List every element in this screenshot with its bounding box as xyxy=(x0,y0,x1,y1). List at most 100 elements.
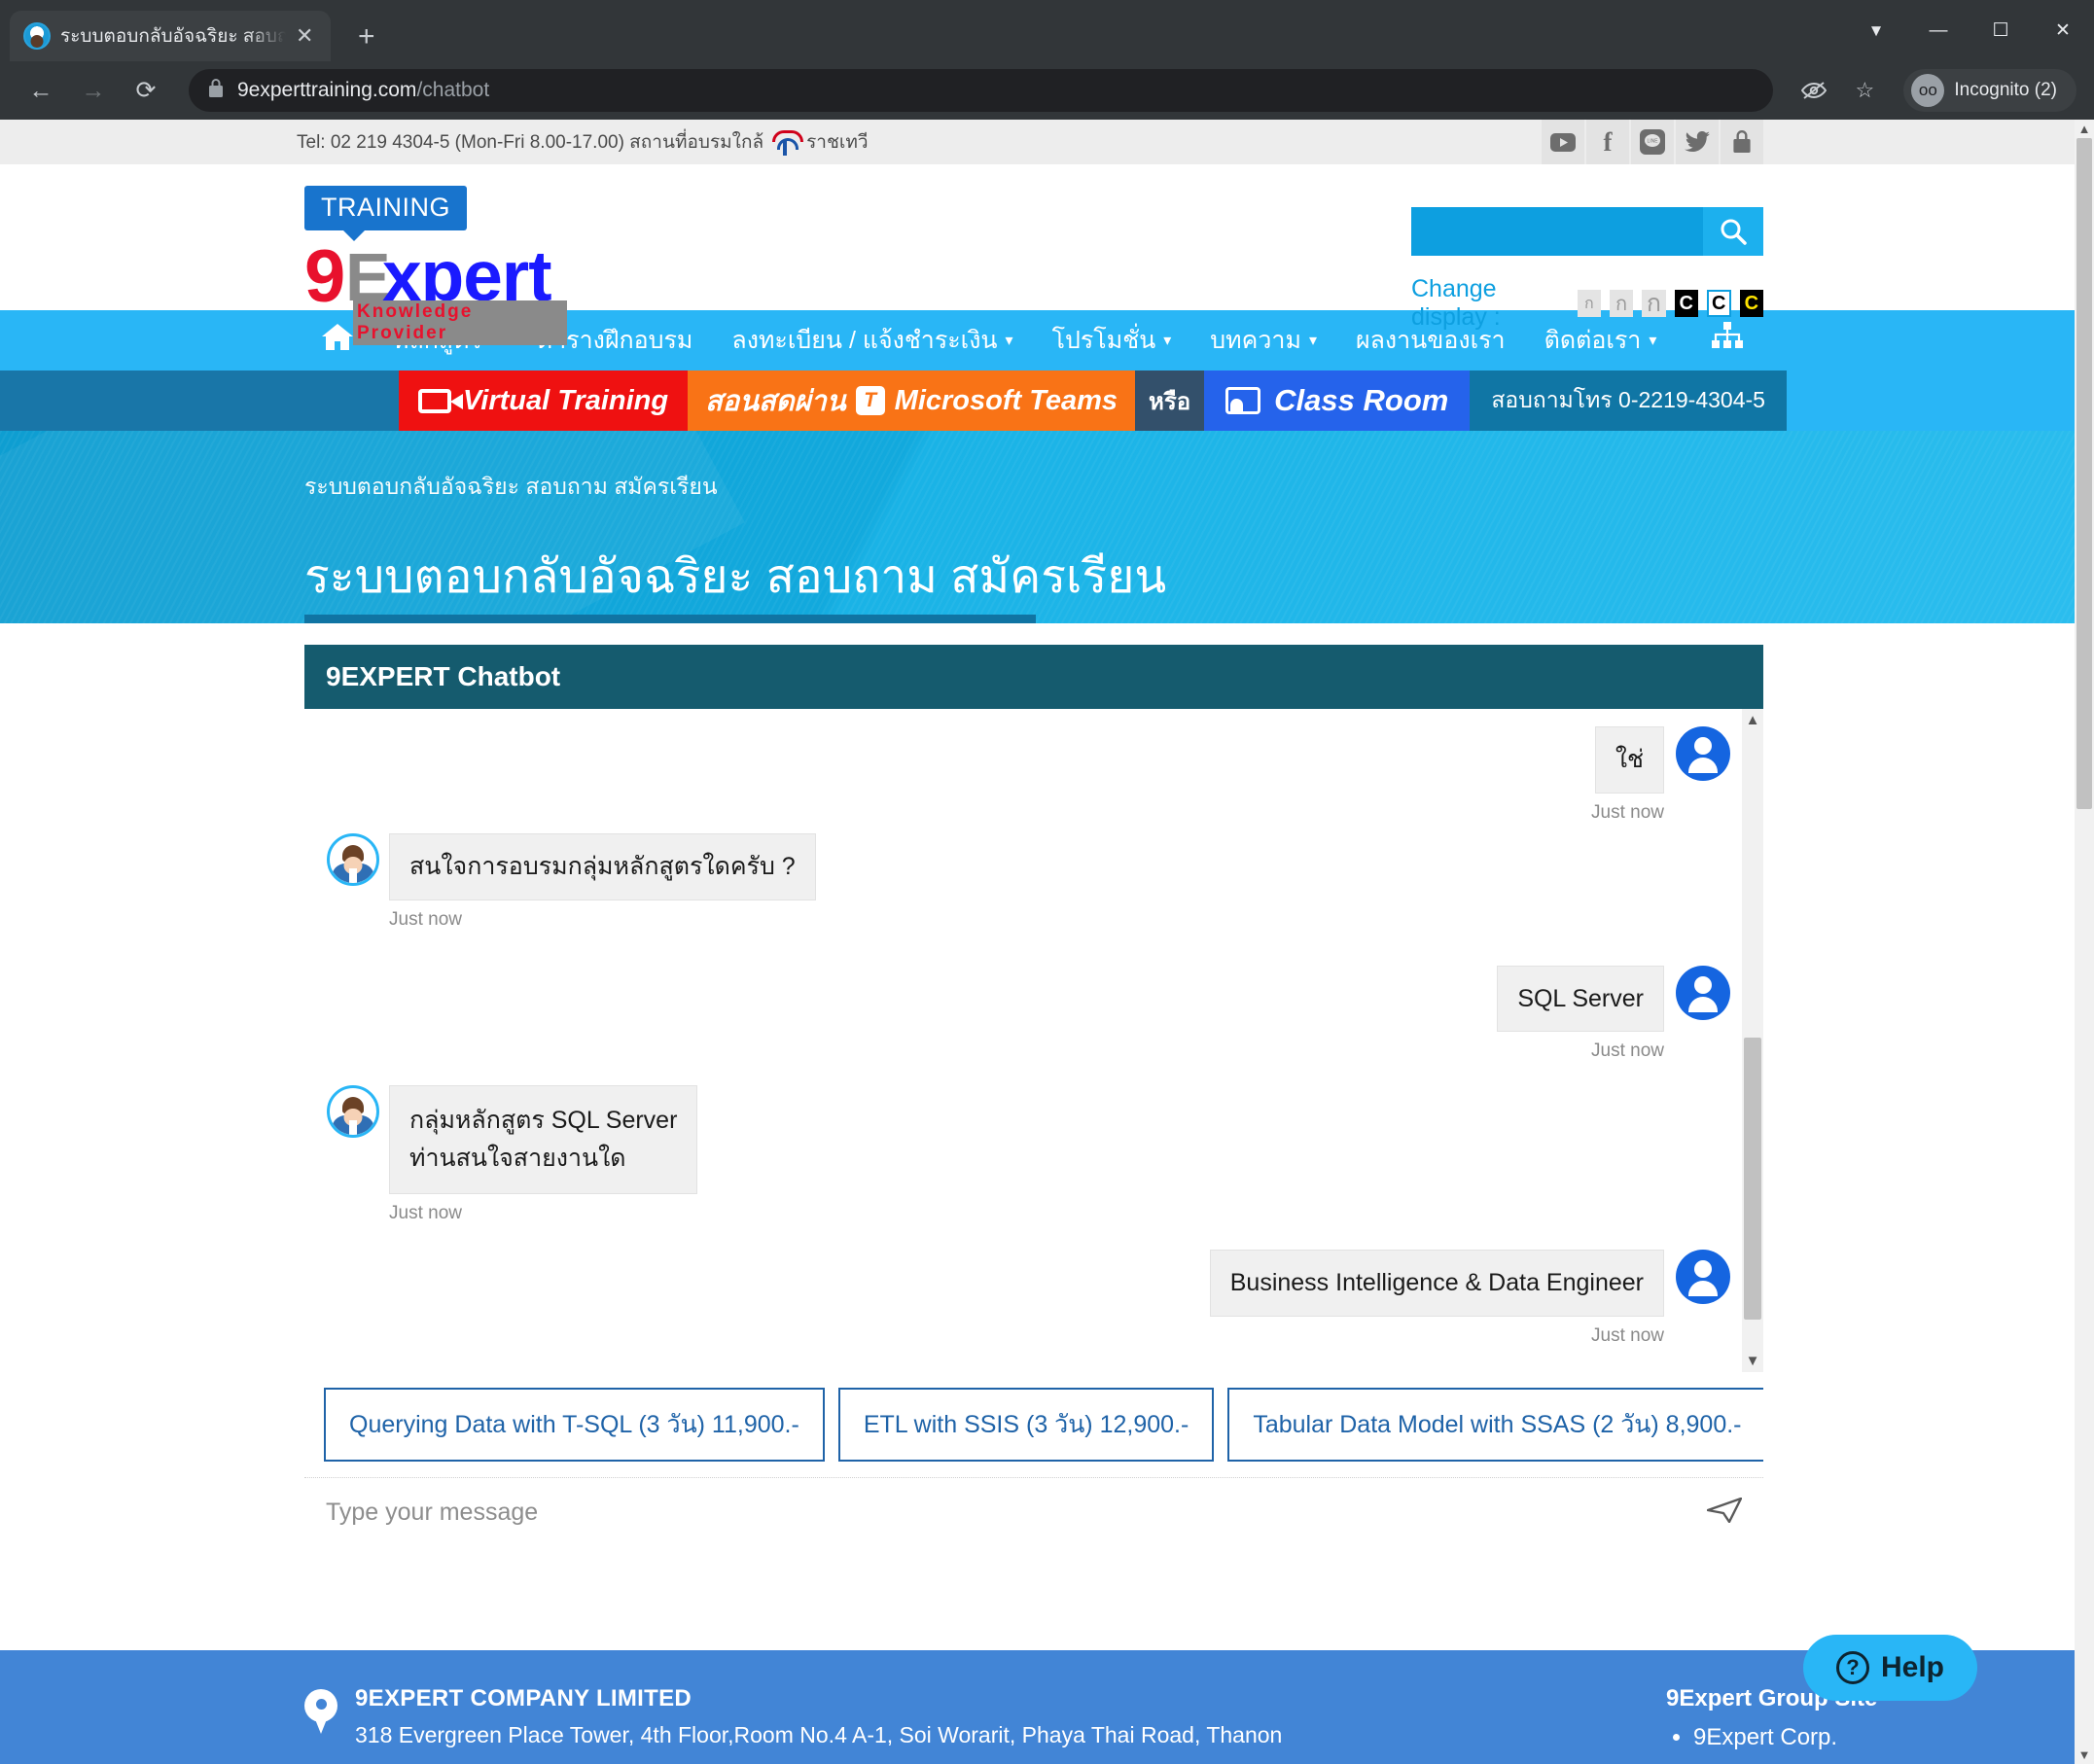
site-top-bar: Tel: 02 219 4304-5 (Mon-Fri 8.00-17.00) … xyxy=(0,120,2075,164)
search-box[interactable] xyxy=(1411,207,1763,256)
bookmark-star-icon[interactable]: ☆ xyxy=(1843,69,1886,112)
search-input[interactable] xyxy=(1411,207,1703,256)
twitter-icon[interactable] xyxy=(1676,120,1719,164)
site-logo[interactable]: TRAINING 9 E xpert Knowledge Provider xyxy=(304,186,567,345)
logo-wordmark: 9 E xpert Knowledge Provider xyxy=(304,235,567,345)
font-size-small-button[interactable]: ก xyxy=(1577,290,1601,317)
forward-icon[interactable]: → xyxy=(70,67,117,114)
incognito-label: Incognito (2) xyxy=(1954,80,2057,100)
url-text: 9experttraining.com/chatbot xyxy=(237,79,490,101)
reload-icon[interactable]: ⟳ xyxy=(123,67,169,114)
contrast-white-button[interactable]: C xyxy=(1706,290,1731,317)
help-label: Help xyxy=(1880,1651,1944,1683)
send-icon[interactable] xyxy=(1687,1495,1743,1531)
browser-tab[interactable]: ระบบตอบกลับอัจฉริยะ สอบถาม สมัครเ ✕ xyxy=(10,11,331,61)
maximize-button[interactable]: ☐ xyxy=(1970,0,2032,61)
main-navigation: หลักสูตร ▾ ตารางฝึกอบรม ลงทะเบียน / แจ้ง… xyxy=(0,310,2075,370)
profile-chevron-icon[interactable]: ▼ xyxy=(1845,0,1907,61)
change-display-label: Change display : xyxy=(1411,275,1501,331)
bubble-column: Business Intelligence & Data Engineer Ju… xyxy=(1209,1249,1664,1347)
breadcrumb[interactable]: ระบบตอบกลับอัจฉริยะ สอบถาม สมัครเรียน xyxy=(304,470,2075,505)
hero-underline xyxy=(304,615,1036,623)
scroll-down-icon[interactable]: ▼ xyxy=(1746,1350,1760,1372)
message-line-2: ท่านสนใจสายงานใด xyxy=(409,1145,626,1172)
user-avatar-icon xyxy=(1676,965,1730,1020)
contrast-black-button[interactable]: C xyxy=(1674,290,1698,317)
help-button[interactable]: ? Help xyxy=(1802,1635,1977,1701)
page-scrollbar-thumb[interactable] xyxy=(2076,138,2092,809)
message-bubble: สนใจการอบรมกลุ่มหลักสูตรใดครับ ? xyxy=(389,832,816,900)
search-icon[interactable] xyxy=(1703,207,1763,256)
hero-content: ระบบตอบกลับอัจฉริยะ สอบถาม สมัครเรียน ระ… xyxy=(0,431,2075,614)
microsoft-teams-icon: T xyxy=(855,386,885,415)
nav-item-register[interactable]: ลงทะเบียน / แจ้งชำระเงิน ▾ xyxy=(731,321,1012,360)
window-close-button[interactable]: ✕ xyxy=(2032,0,2094,61)
map-pin-icon xyxy=(304,1689,337,1736)
message-bubble: กลุ่มหลักสูตร SQL Server ท่านสนใจสายงานใ… xyxy=(389,1085,698,1194)
page-scroll-up-icon[interactable]: ▲ xyxy=(2078,120,2091,138)
teams-brand: Microsoft Teams xyxy=(894,384,1118,416)
bubble-column: กลุ่มหลักสูตร SQL Server ท่านสนใจสายงานใ… xyxy=(389,1085,698,1224)
tab-strip: ระบบตอบกลับอัจฉริยะ สอบถาม สมัครเ ✕ + ▼ … xyxy=(0,0,2094,61)
bubble-column: สนใจการอบรมกลุ่มหลักสูตรใดครับ ? Just no… xyxy=(389,832,816,931)
main-content: 9EXPERT Chatbot ใช่ Just now สนใจการอบรม… xyxy=(0,623,2075,1547)
group-site-links: 9Expert Corp. xyxy=(1666,1724,2075,1751)
company-address: 318 Evergreen Place Tower, 4th Floor,Roo… xyxy=(355,1722,1283,1747)
new-tab-button[interactable]: + xyxy=(358,22,375,52)
footer-content: 9EXPERT COMPANY LIMITED 318 Evergreen Pl… xyxy=(0,1685,2075,1751)
minimize-button[interactable]: — xyxy=(1907,0,1970,61)
page-scrollbar-track[interactable] xyxy=(2075,138,2094,1746)
nav-item-articles[interactable]: บทความ ▾ xyxy=(1210,321,1317,360)
line-icon[interactable]: LINE xyxy=(1631,120,1674,164)
address-bar[interactable]: 9experttraining.com/chatbot xyxy=(189,69,1774,112)
font-size-large-button[interactable]: ก xyxy=(1642,290,1666,317)
lock-icon[interactable] xyxy=(1721,120,1763,164)
video-camera-icon xyxy=(418,388,463,413)
quick-reply-button[interactable]: Tabular Data Model with SSAS (2 วัน) 8,9… xyxy=(1227,1388,1763,1462)
lock-icon xyxy=(208,78,224,103)
logo-tagline: Knowledge Provider xyxy=(353,300,567,345)
classroom-banner[interactable]: Class Room xyxy=(1204,370,1471,431)
home-icon[interactable] xyxy=(321,322,354,359)
page-viewport: Tel: 02 219 4304-5 (Mon-Fri 8.00-17.00) … xyxy=(0,120,2094,1764)
classroom-icon xyxy=(1225,387,1261,414)
promo-bar: Virtual Training สอนสดผ่าน T Microsoft T… xyxy=(0,370,2075,431)
youtube-icon[interactable] xyxy=(1542,120,1584,164)
bubble-column: สายงาน Business Intelligence & Data Engi… xyxy=(389,1371,1092,1372)
message-input[interactable] xyxy=(326,1499,1687,1527)
chat-scrollbar-thumb[interactable] xyxy=(1744,1038,1761,1320)
font-size-medium-button[interactable]: ก xyxy=(1609,290,1634,317)
nav-label: โปรโมชั่น xyxy=(1051,327,1156,354)
message-bubble: ใช่ xyxy=(1594,726,1664,794)
tab-title: ระบบตอบกลับอัจฉริยะ สอบถาม สมัครเ xyxy=(60,26,286,47)
quick-reply-button[interactable]: ETL with SSIS (3 วัน) 12,900.- xyxy=(837,1388,1215,1462)
chat-scrollbar[interactable]: ▲ ▼ xyxy=(1742,709,1763,1372)
quick-reply-button[interactable]: Querying Data with T-SQL (3 วัน) 11,900.… xyxy=(324,1388,825,1462)
page-scroll-down-icon[interactable]: ▼ xyxy=(2078,1746,2091,1764)
page-scrollbar[interactable]: ▲ ▼ xyxy=(2075,120,2094,1764)
nav-label: ลงทะเบียน / แจ้งชำระเงิน xyxy=(731,327,998,354)
scroll-up-icon[interactable]: ▲ xyxy=(1746,709,1760,731)
incognito-indicator[interactable]: oo Incognito (2) xyxy=(1903,69,2076,112)
browser-toolbar: ← → ⟳ 9experttraining.com/chatbot ☆ oo I… xyxy=(0,61,2094,120)
chat-message-bot: กลุ่มหลักสูตร SQL Server ท่านสนใจสายงานใ… xyxy=(327,1085,1730,1224)
facebook-icon[interactable]: f xyxy=(1586,120,1629,164)
virtual-training-banner[interactable]: Virtual Training xyxy=(399,370,689,431)
teams-banner[interactable]: สอนสดผ่าน T Microsoft Teams xyxy=(688,370,1136,431)
user-avatar-icon xyxy=(1676,1249,1730,1304)
nav-item-promotion[interactable]: โปรโมชั่น ▾ xyxy=(1052,321,1172,360)
site-header: TRAINING 9 E xpert Knowledge Provider Ch… xyxy=(0,164,2075,345)
message-timestamp: Just now xyxy=(389,1202,462,1223)
user-avatar-icon xyxy=(1676,726,1730,781)
close-icon[interactable]: ✕ xyxy=(296,25,313,47)
group-site-link[interactable]: 9Expert Corp. xyxy=(1693,1724,2075,1751)
classroom-label: Class Room xyxy=(1274,383,1449,417)
back-icon[interactable]: ← xyxy=(18,67,64,114)
contrast-yellow-button[interactable]: C xyxy=(1739,290,1763,317)
eye-off-icon[interactable] xyxy=(1792,69,1835,112)
message-composer xyxy=(304,1477,1763,1547)
window-controls: ▼ — ☐ ✕ xyxy=(1845,0,2094,61)
chat-scrollbar-track[interactable] xyxy=(1742,731,1763,1350)
chat-scroll-content: ใช่ Just now สนใจการอบรมกลุ่มหลักสูตรใดค… xyxy=(305,709,1763,1372)
nav-label: บทความ xyxy=(1210,327,1301,354)
